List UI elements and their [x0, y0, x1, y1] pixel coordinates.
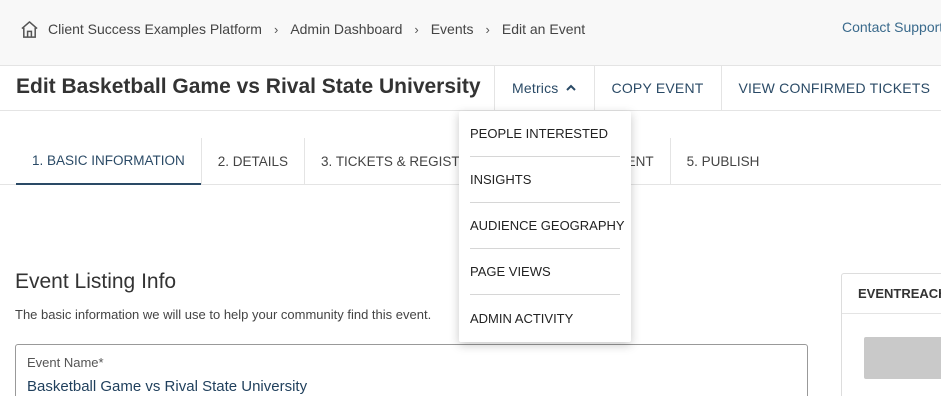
eventreach-card-title: EVENTREACH	[842, 274, 941, 314]
breadcrumb-separator: ›	[273, 21, 279, 37]
event-name-label: Event Name*	[27, 355, 104, 370]
event-name-field[interactable]: Event Name* Basketball Game vs Rival Sta…	[15, 344, 808, 396]
step-tabs: 1. BASIC INFORMATION 2. DETAILS 3. TICKE…	[16, 138, 775, 185]
tab-basic-information[interactable]: 1. BASIC INFORMATION	[16, 138, 201, 185]
menu-item-page-views[interactable]: PAGE VIEWS	[470, 249, 620, 295]
chevron-up-icon	[565, 83, 577, 93]
menu-item-insights[interactable]: INSIGHTS	[470, 157, 620, 203]
menu-item-audience-geography[interactable]: AUDIENCE GEOGRAPHY	[470, 203, 625, 249]
eventreach-card-button[interactable]	[864, 337, 941, 379]
contact-support-link[interactable]: Contact Support	[842, 19, 941, 35]
metrics-button[interactable]: Metrics	[494, 66, 594, 110]
breadcrumb-item-admin-dashboard[interactable]: Admin Dashboard	[290, 21, 402, 37]
menu-item-people-interested[interactable]: PEOPLE INTERESTED	[470, 111, 620, 157]
breadcrumb-separator: ›	[414, 21, 419, 37]
copy-event-button[interactable]: COPY EVENT	[593, 66, 721, 110]
title-bar: Edit Basketball Game vs Rival State Univ…	[0, 66, 941, 111]
breadcrumb-item-current: Edit an Event	[501, 21, 586, 37]
top-bar: Client Success Examples Platform › Admin…	[0, 0, 941, 66]
event-name-value[interactable]: Basketball Game vs Rival State Universit…	[27, 378, 307, 395]
section-title: Event Listing Info	[15, 270, 177, 293]
breadcrumb-separator: ›	[485, 21, 490, 37]
breadcrumb: Client Success Examples Platform › Admin…	[20, 19, 585, 39]
metrics-label: Metrics	[512, 80, 559, 96]
section-description: The basic information we will use to hel…	[15, 307, 432, 322]
menu-item-admin-activity[interactable]: ADMIN ACTIVITY	[470, 295, 620, 341]
metrics-dropdown-menu: PEOPLE INTERESTED INSIGHTS AUDIENCE GEOG…	[459, 111, 631, 342]
breadcrumb-item-platform[interactable]: Client Success Examples Platform	[48, 21, 262, 37]
tab-details[interactable]: 2. DETAILS	[200, 138, 304, 185]
eventreach-card: EVENTREACH	[841, 273, 941, 396]
view-confirmed-tickets-button[interactable]: VIEW CONFIRMED TICKETS	[720, 66, 941, 110]
page-title: Edit Basketball Game vs Rival State Univ…	[16, 75, 481, 98]
breadcrumb-item-events[interactable]: Events	[431, 21, 474, 37]
tab-publish[interactable]: 5. PUBLISH	[669, 138, 776, 185]
home-icon[interactable]	[20, 19, 40, 39]
action-tabs: Metrics COPY EVENT VIEW CONFIRMED TICKET…	[494, 66, 941, 110]
